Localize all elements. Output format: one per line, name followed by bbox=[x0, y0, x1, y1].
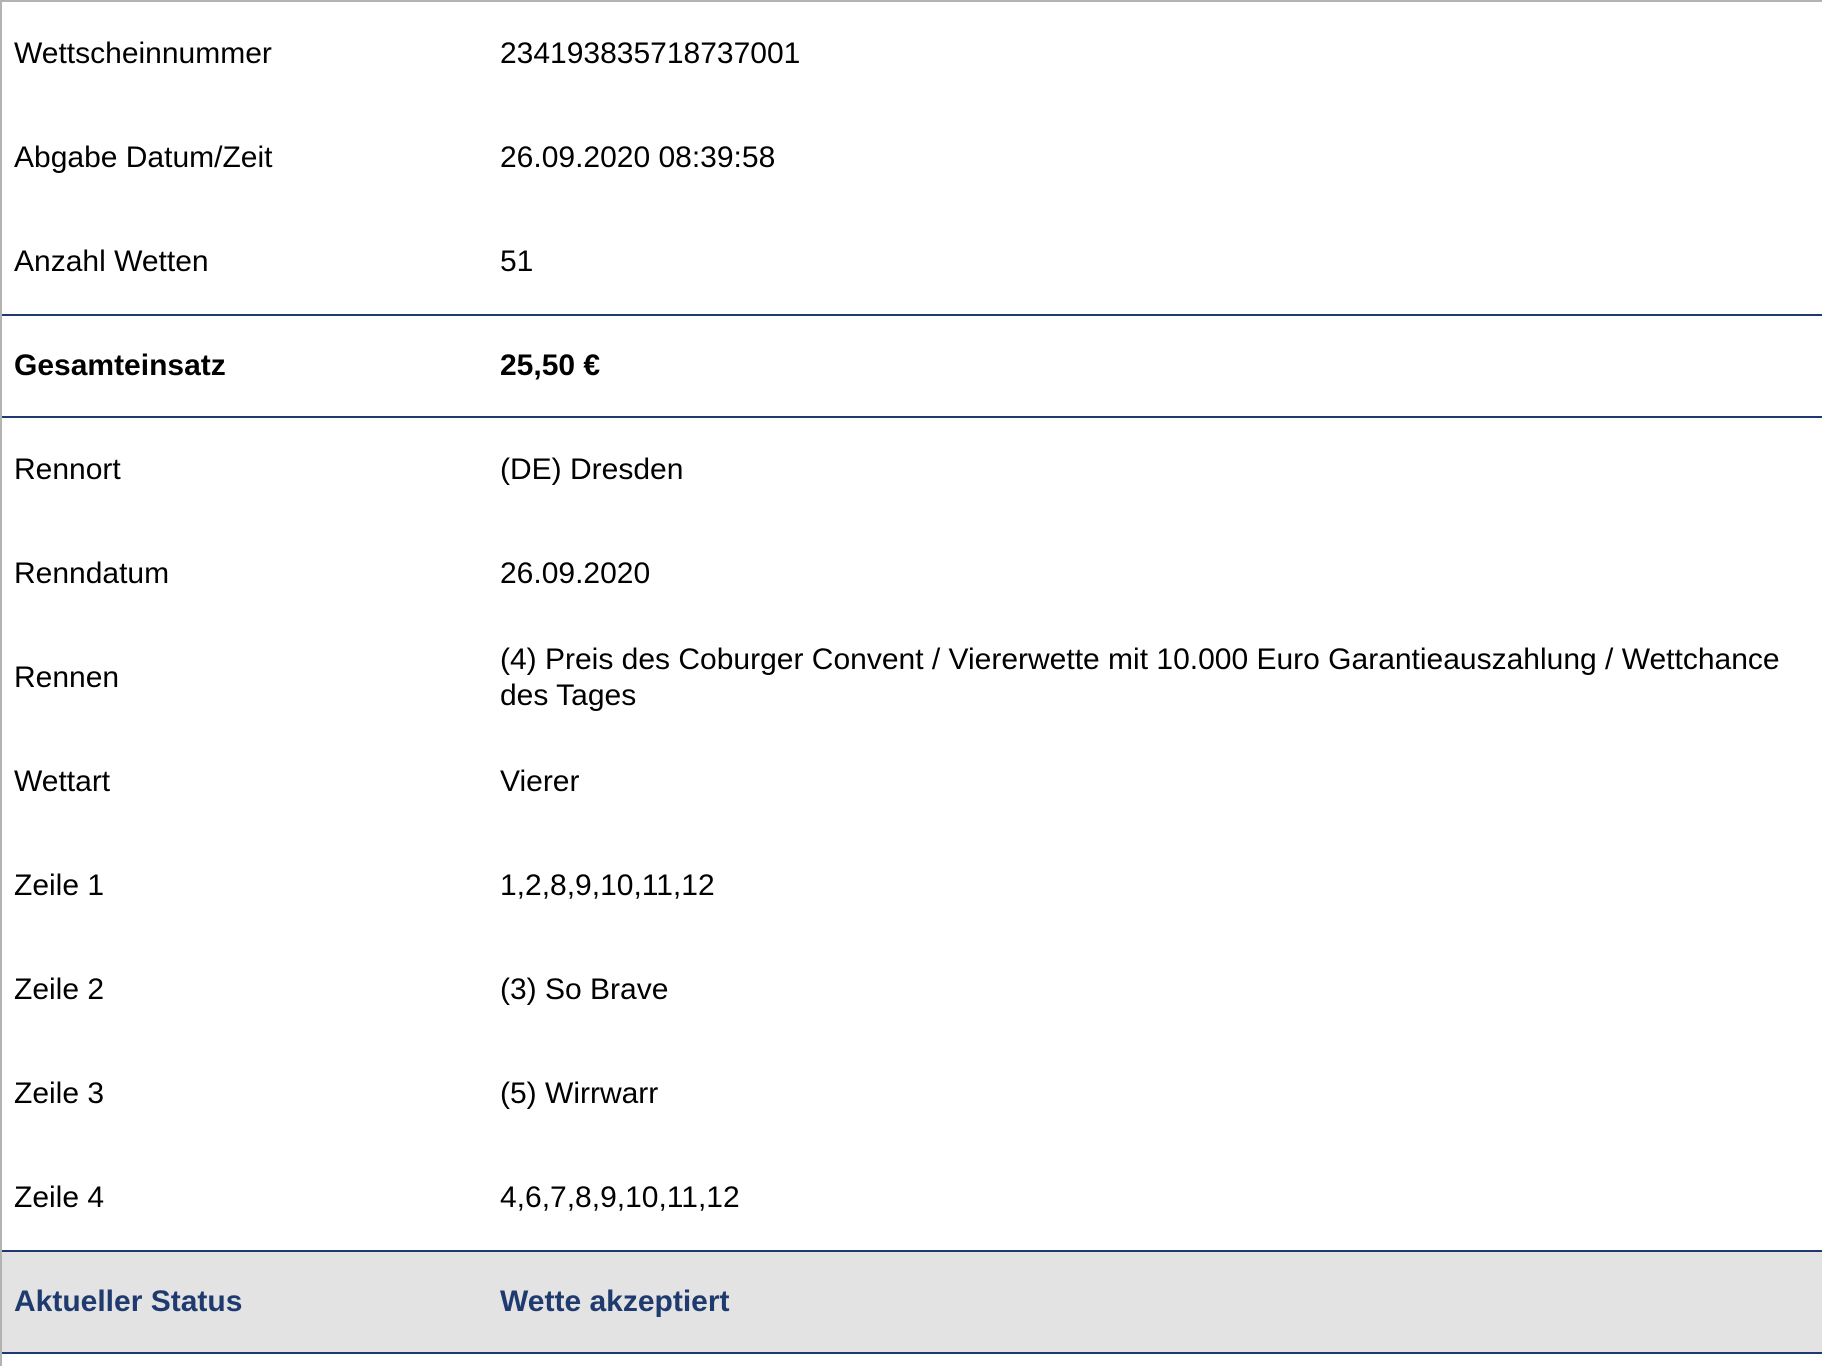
line-2-value: (3) So Brave bbox=[500, 973, 669, 1006]
bet-ticket-details: Wettscheinnummer 234193835718737001 Abga… bbox=[0, 0, 1822, 1366]
line-2-row: Zeile 2 (3) So Brave bbox=[2, 938, 1822, 1042]
bet-type-label: Wettart bbox=[14, 765, 111, 798]
line-2-label: Zeile 2 bbox=[14, 973, 105, 1006]
submission-datetime-label: Abgabe Datum/Zeit bbox=[14, 141, 273, 174]
line-1-label: Zeile 1 bbox=[14, 869, 105, 902]
ticket-number-value: 234193835718737001 bbox=[500, 37, 801, 70]
line-4-label: Zeile 4 bbox=[14, 1181, 105, 1214]
current-status-label: Aktueller Status bbox=[14, 1285, 243, 1318]
bet-type-value: Vierer bbox=[500, 765, 580, 798]
race-venue-label: Rennort bbox=[14, 453, 121, 486]
bet-count-label: Anzahl Wetten bbox=[14, 245, 209, 278]
line-1-row: Zeile 1 1,2,8,9,10,11,12 bbox=[2, 834, 1822, 938]
submission-datetime-value: 26.09.2020 08:39:58 bbox=[500, 141, 776, 174]
race-date-value: 26.09.2020 bbox=[500, 557, 651, 590]
line-3-label: Zeile 3 bbox=[14, 1077, 105, 1110]
total-stake-row: Gesamteinsatz 25,50 € bbox=[2, 314, 1822, 418]
ticket-number-row: Wettscheinnummer 234193835718737001 bbox=[2, 2, 1822, 106]
line-3-value: (5) Wirrwarr bbox=[500, 1077, 659, 1110]
race-venue-value: (DE) Dresden bbox=[500, 453, 684, 486]
line-1-value: 1,2,8,9,10,11,12 bbox=[500, 869, 715, 902]
race-name-value: (4) Preis des Coburger Convent / Viererw… bbox=[500, 643, 1780, 712]
race-name-label: Rennen bbox=[14, 661, 120, 694]
bet-type-row: Wettart Vierer bbox=[2, 730, 1822, 834]
line-3-row: Zeile 3 (5) Wirrwarr bbox=[2, 1042, 1822, 1146]
race-date-row: Renndatum 26.09.2020 bbox=[2, 522, 1822, 626]
race-venue-row: Rennort (DE) Dresden bbox=[2, 418, 1822, 522]
total-stake-value: 25,50 € bbox=[500, 349, 601, 382]
bet-count-value: 51 bbox=[500, 245, 534, 278]
submission-datetime-row: Abgabe Datum/Zeit 26.09.2020 08:39:58 bbox=[2, 106, 1822, 210]
line-4-row: Zeile 4 4,6,7,8,9,10,11,12 bbox=[2, 1146, 1822, 1250]
current-status-row: Aktueller Status Wette akzeptiert bbox=[2, 1250, 1822, 1354]
race-name-row: Rennen (4) Preis des Coburger Convent / … bbox=[2, 626, 1822, 730]
line-4-value: 4,6,7,8,9,10,11,12 bbox=[500, 1181, 740, 1214]
bet-count-row: Anzahl Wetten 51 bbox=[2, 210, 1822, 314]
total-stake-label: Gesamteinsatz bbox=[14, 349, 226, 382]
race-date-label: Renndatum bbox=[14, 557, 170, 590]
current-status-value: Wette akzeptiert bbox=[500, 1285, 730, 1318]
ticket-number-label: Wettscheinnummer bbox=[14, 37, 272, 70]
